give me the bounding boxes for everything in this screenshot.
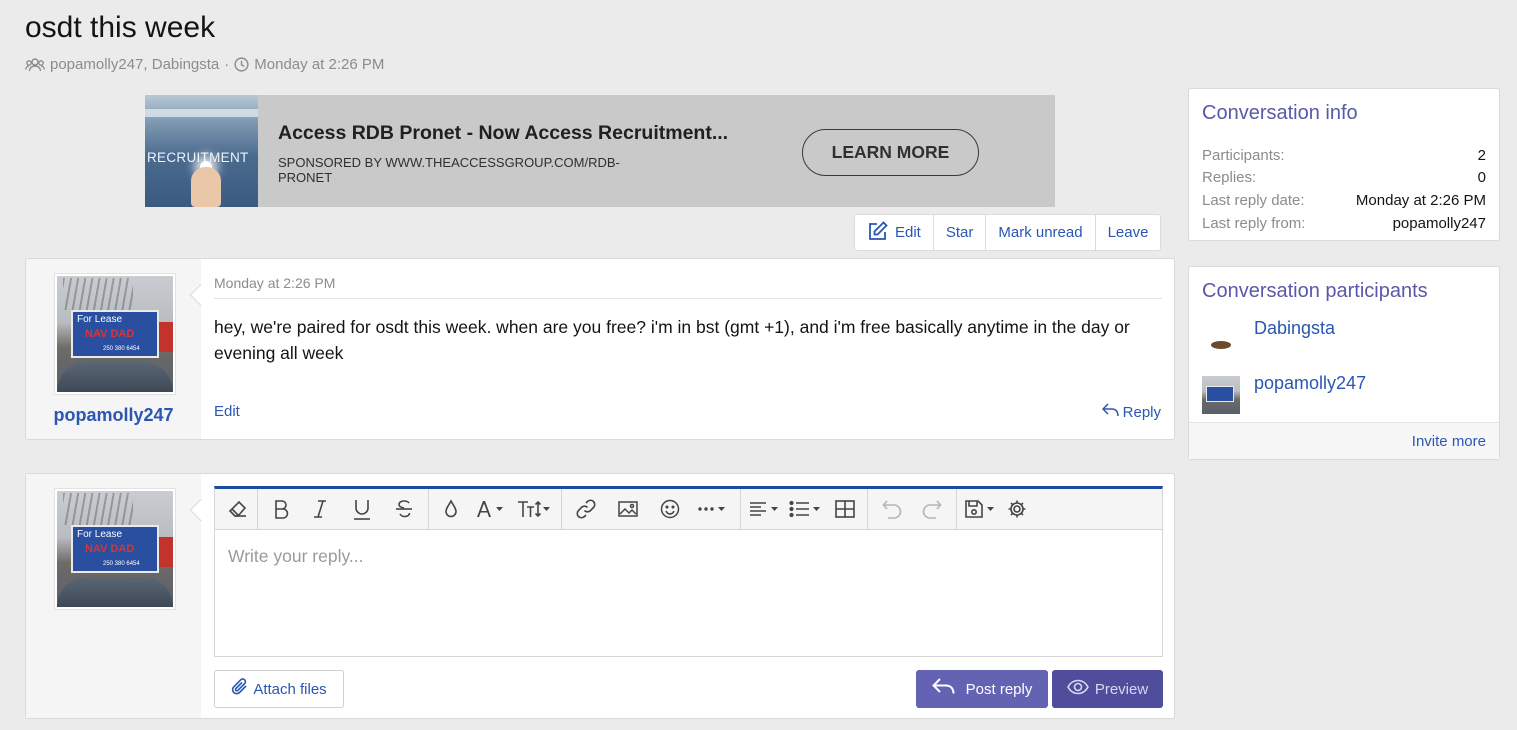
ad-banner[interactable]: RECRUITMENT Access RDB Pronet - Now Acce… [145, 95, 1055, 207]
attach-files-button[interactable]: Attach files [214, 670, 344, 708]
editor-toolbar [215, 488, 1162, 530]
conversation-actions: Edit Star Mark unread Leave [854, 214, 1162, 251]
message-body: hey, we're paired for osdt this week. wh… [214, 317, 1130, 363]
info-row-last-reply-date: Last reply date: Monday at 2:26 PM [1202, 192, 1486, 209]
underline-icon[interactable] [340, 489, 384, 530]
paperclip-icon [231, 677, 249, 701]
info-row-participants: Participants: 2 [1202, 147, 1486, 164]
message-reply-button[interactable]: Reply [1101, 403, 1161, 421]
ad-image[interactable]: RECRUITMENT [145, 95, 258, 207]
reply-input-placeholder[interactable]: Write your reply... [228, 546, 364, 567]
redo-icon[interactable] [912, 489, 952, 530]
participant-item[interactable]: popamolly247 [1202, 373, 1366, 414]
info-row-replies: Replies: 0 [1202, 169, 1486, 186]
info-label: Last reply date: [1202, 192, 1305, 209]
ad-image-text: RECRUITMENT [147, 150, 249, 165]
clear-formatting-icon[interactable] [223, 489, 253, 530]
attach-files-label: Attach files [253, 680, 327, 698]
info-row-last-reply-from: Last reply from: popamolly247 [1202, 215, 1486, 232]
avatar-sign-line3: 250 380 6454 [103, 346, 140, 352]
avatar-sign: For Lease NAV DAD 250 380 6454 [71, 310, 159, 358]
info-label: Replies: [1202, 169, 1257, 186]
reply-user-column: For Lease NAV DAD 250 380 6454 [26, 474, 201, 718]
avatar-sign-line2: NAV DAD [85, 328, 135, 340]
list-dropdown-icon[interactable] [785, 489, 827, 530]
ad-headline[interactable]: Access RDB Pronet - Now Access Recruitme… [278, 122, 728, 145]
preview-button[interactable]: Preview [1052, 670, 1163, 708]
participants-title: Conversation participants [1202, 280, 1428, 302]
reply-arrow-icon [931, 677, 956, 701]
ad-learn-more-button[interactable]: LEARN MORE [802, 129, 979, 176]
reply-card: For Lease NAV DAD 250 380 6454 Write you… [25, 473, 1175, 719]
conversation-date[interactable]: Monday at 2:26 PM [254, 56, 384, 73]
message-date[interactable]: Monday at 2:26 PM [214, 275, 1162, 299]
conversation-info-title: Conversation info [1202, 102, 1358, 124]
reply-avatar-sign-line2: NAV DAD [85, 543, 135, 555]
italic-icon[interactable] [300, 489, 340, 530]
reply-label: Reply [1122, 403, 1161, 421]
strikethrough-icon[interactable] [384, 489, 424, 530]
edit-label: Edit [895, 224, 921, 241]
conversation-info-block: Conversation info Participants: 2 Replie… [1188, 88, 1500, 241]
eye-icon [1066, 679, 1089, 699]
mark-unread-button[interactable]: Mark unread [985, 215, 1094, 250]
participant-avatar[interactable] [1202, 321, 1240, 359]
participants-text: popamolly247, Dabingsta [50, 56, 220, 73]
table-icon[interactable] [827, 489, 863, 530]
page-title: osdt this week [25, 11, 216, 44]
avatar[interactable]: For Lease NAV DAD 250 380 6454 [54, 273, 176, 395]
post-reply-button[interactable]: Post reply [916, 670, 1048, 708]
post-reply-label: Post reply [965, 680, 1033, 698]
conversation-participants-block: Conversation participants Dabingsta popa… [1188, 266, 1500, 460]
reply-avatar[interactable]: For Lease NAV DAD 250 380 6454 [54, 488, 176, 610]
smiley-icon[interactable] [650, 489, 690, 530]
image-icon[interactable] [606, 489, 650, 530]
reply-avatar-sign-line3: 250 380 6454 [103, 561, 140, 567]
message-card: For Lease NAV DAD 250 380 6454 popamolly… [25, 258, 1175, 440]
info-label: Last reply from: [1202, 215, 1306, 232]
star-button[interactable]: Star [932, 215, 986, 250]
invite-more-link[interactable]: Invite more [1189, 422, 1499, 459]
avatar-sign-line1: For Lease [77, 314, 123, 325]
info-value: 0 [1477, 169, 1486, 186]
message-edit-link[interactable]: Edit [214, 403, 240, 420]
info-value[interactable]: Monday at 2:26 PM [1356, 192, 1486, 209]
edit-conversation-button[interactable]: Edit [855, 215, 933, 250]
info-value: 2 [1477, 147, 1486, 164]
participant-name[interactable]: Dabingsta [1254, 318, 1335, 339]
participant-name[interactable]: popamolly247 [1254, 373, 1366, 394]
drafts-dropdown-icon[interactable] [961, 489, 1001, 530]
settings-gear-icon[interactable] [1001, 489, 1033, 530]
users-icon [25, 57, 45, 73]
undo-icon[interactable] [872, 489, 912, 530]
align-dropdown-icon[interactable] [745, 489, 785, 530]
edit-icon [867, 220, 889, 245]
clock-icon [234, 57, 249, 72]
text-color-icon[interactable] [433, 489, 469, 530]
reply-icon [1101, 403, 1119, 421]
preview-label: Preview [1094, 680, 1149, 698]
last-reply-user-link[interactable]: popamolly247 [1393, 215, 1486, 232]
message-user-column: For Lease NAV DAD 250 380 6454 popamolly… [26, 259, 201, 439]
participant-item[interactable]: Dabingsta [1202, 318, 1335, 359]
meta-separator: · [224, 56, 230, 73]
font-size-dropdown-icon[interactable] [511, 489, 557, 530]
info-label: Participants: [1202, 147, 1285, 164]
participant-avatar[interactable] [1202, 376, 1240, 414]
more-options-dropdown-icon[interactable] [690, 489, 736, 530]
link-icon[interactable] [566, 489, 606, 530]
font-family-dropdown-icon[interactable] [469, 489, 511, 530]
reply-editor[interactable]: Write your reply... [214, 486, 1163, 657]
leave-button[interactable]: Leave [1094, 215, 1161, 250]
reply-avatar-sign-line1: For Lease [77, 529, 123, 540]
message-author[interactable]: popamolly247 [26, 405, 201, 426]
bold-icon[interactable] [262, 489, 300, 530]
ad-sponsor: SPONSORED BY WWW.THEACCESSGROUP.COM/RDB-… [278, 155, 620, 185]
conversation-meta: popamolly247, Dabingsta · Monday at 2:26… [25, 56, 384, 73]
